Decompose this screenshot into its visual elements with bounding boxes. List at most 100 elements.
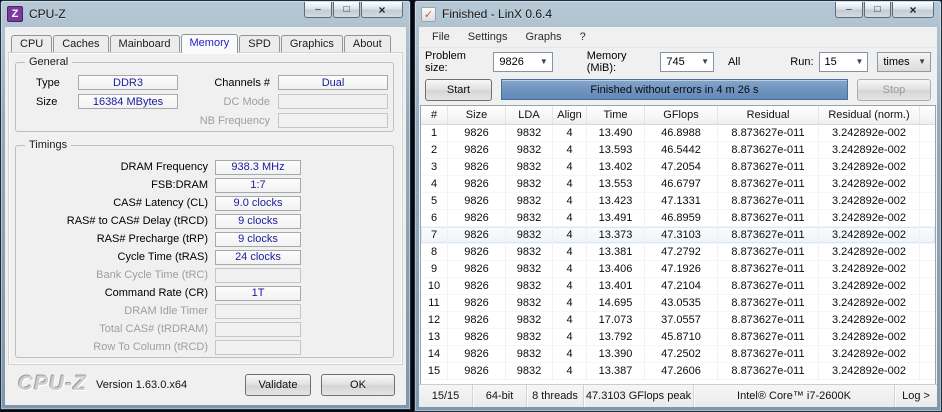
- table-row-6[interactable]: 698269832413.49146.89598.873627e-0113.24…: [421, 210, 935, 227]
- table-cell: 13.387: [587, 363, 645, 379]
- field-label: RAS# Precharge (tRP): [16, 233, 208, 245]
- field-row-type: TypeDDR3: [16, 73, 178, 92]
- problem-size-combobox[interactable]: 9826 ▼: [493, 52, 552, 72]
- table-cell: 9832: [506, 261, 553, 277]
- table-cell: 13.402: [587, 159, 645, 175]
- field-row-dram-idle-timer: DRAM Idle Timer: [16, 302, 393, 320]
- column-header-residual-norm[interactable]: Residual (norm.): [819, 106, 920, 124]
- linx-titlebar[interactable]: ✓ Finished - LinX 0.6.4 – □ ×: [415, 1, 941, 27]
- maximize-button[interactable]: □: [333, 2, 360, 18]
- table-cell: 3.242892e-002: [819, 312, 920, 328]
- table-row-2[interactable]: 298269832413.59346.54428.873627e-0113.24…: [421, 142, 935, 159]
- column-header-gflops[interactable]: GFlops: [645, 106, 718, 124]
- status-log-link[interactable]: Log >: [895, 385, 937, 407]
- field-label: NB Frequency: [178, 115, 270, 127]
- menu-graphs[interactable]: Graphs: [516, 28, 570, 46]
- table-cell: 3.242892e-002: [819, 346, 920, 362]
- table-cell: 4: [553, 159, 587, 175]
- menu-file[interactable]: File: [423, 28, 459, 46]
- memory-label: Memory (MiB):: [587, 50, 656, 74]
- field-label: DRAM Frequency: [16, 161, 208, 173]
- table-row-1[interactable]: 198269832413.49046.89888.873627e-0113.24…: [421, 125, 935, 142]
- field-row-total-cas-trdram: Total CAS# (tRDRAM): [16, 320, 393, 338]
- tab-about[interactable]: About: [344, 35, 391, 53]
- table-row-14[interactable]: 1498269832413.39047.25028.873627e-0113.2…: [421, 346, 935, 363]
- start-button[interactable]: Start: [425, 79, 492, 101]
- field-label: CAS# Latency (CL): [16, 197, 208, 209]
- column-header-residual[interactable]: Residual: [718, 106, 819, 124]
- tab-caches[interactable]: Caches: [53, 35, 108, 53]
- field-row-row-to-column-trcd: Row To Column (tRCD): [16, 338, 393, 356]
- menu-settings[interactable]: Settings: [459, 28, 517, 46]
- tab-memory[interactable]: Memory: [181, 34, 239, 53]
- field-row-dram-frequency: DRAM Frequency938.3 MHz: [16, 158, 393, 176]
- table-row-12[interactable]: 1298269832417.07337.05578.873627e-0113.2…: [421, 312, 935, 329]
- table-cell: 9826: [448, 142, 506, 158]
- table-row-3[interactable]: 398269832413.40247.20548.873627e-0113.24…: [421, 159, 935, 176]
- memory-combobox[interactable]: 745 ▼: [660, 52, 714, 72]
- table-row-9[interactable]: 998269832413.40647.19268.873627e-0113.24…: [421, 261, 935, 278]
- table-cell: 13.553: [587, 176, 645, 192]
- run-value: 15: [825, 56, 837, 68]
- table-cell: 43.0535: [645, 295, 718, 311]
- column-header-time[interactable]: Time: [587, 106, 645, 124]
- table-cell: 9: [421, 261, 448, 277]
- table-cell: 9832: [506, 159, 553, 175]
- table-row-11[interactable]: 1198269832414.69543.05358.873627e-0113.2…: [421, 295, 935, 312]
- table-row-10[interactable]: 1098269832413.40147.21048.873627e-0113.2…: [421, 278, 935, 295]
- table-cell: 9832: [506, 295, 553, 311]
- tab-spd[interactable]: SPD: [239, 35, 280, 53]
- maximize-button[interactable]: □: [864, 2, 891, 18]
- table-cell: 9826: [448, 227, 506, 243]
- table-cell: 8.873627e-011: [718, 363, 819, 379]
- table-cell: 8.873627e-011: [718, 329, 819, 345]
- table-row-15[interactable]: 1598269832413.38747.26068.873627e-0113.2…: [421, 363, 935, 380]
- table-cell: 3.242892e-002: [819, 278, 920, 294]
- all-label: All: [728, 56, 740, 68]
- table-row-7[interactable]: 798269832413.37347.31038.873627e-0113.24…: [421, 227, 935, 244]
- tab-mainboard[interactable]: Mainboard: [110, 35, 180, 53]
- table-cell: 3.242892e-002: [819, 261, 920, 277]
- menu-item[interactable]: ?: [571, 28, 595, 46]
- minimize-button[interactable]: –: [835, 2, 863, 18]
- table-row-13[interactable]: 1398269832413.79245.87108.873627e-0113.2…: [421, 329, 935, 346]
- table-row-5[interactable]: 598269832413.42347.13318.873627e-0113.24…: [421, 193, 935, 210]
- table-cell: 13.390: [587, 346, 645, 362]
- table-cell: 8: [421, 244, 448, 260]
- column-header-item[interactable]: #: [421, 106, 448, 124]
- field-row-ras-precharge-trp: RAS# Precharge (tRP)9 clocks: [16, 230, 393, 248]
- run-unit-combobox[interactable]: times ▼: [877, 52, 931, 72]
- results-table-header: #SizeLDAAlignTimeGFlopsResidualResidual …: [421, 106, 935, 125]
- run-combobox[interactable]: 15 ▼: [819, 52, 869, 72]
- close-button[interactable]: ×: [892, 2, 934, 18]
- table-cell: 47.2606: [645, 363, 718, 379]
- table-cell: 47.2054: [645, 159, 718, 175]
- table-cell: 4: [421, 176, 448, 192]
- timings-fields: DRAM Frequency938.3 MHzFSB:DRAM1:7 CAS# L…: [16, 146, 393, 356]
- linx-controls-row: Problem size: 9826 ▼ Memory (MiB): 745 ▼…: [419, 48, 937, 75]
- ok-button[interactable]: OK: [321, 374, 395, 396]
- cpuz-titlebar[interactable]: Z CPU-Z – □ ×: [1, 1, 410, 27]
- table-cell: 9826: [448, 244, 506, 260]
- field-value-ras-to-cas-delay-trcd: 9 clocks: [215, 214, 301, 229]
- column-header-lda[interactable]: LDA: [506, 106, 553, 124]
- table-cell: 47.2104: [645, 278, 718, 294]
- column-header-align[interactable]: Align: [553, 106, 587, 124]
- minimize-button[interactable]: –: [304, 2, 332, 18]
- field-row-size: Size16384 MBytes: [16, 92, 178, 111]
- tab-cpu[interactable]: CPU: [11, 35, 52, 53]
- close-button[interactable]: ×: [361, 2, 403, 18]
- table-row-8[interactable]: 898269832413.38147.27928.873627e-0113.24…: [421, 244, 935, 261]
- table-cell: 4: [553, 193, 587, 209]
- table-cell: 3.242892e-002: [819, 210, 920, 226]
- tab-graphics[interactable]: Graphics: [281, 35, 343, 53]
- table-cell: 8.873627e-011: [718, 159, 819, 175]
- table-cell: 4: [553, 346, 587, 362]
- table-row-4[interactable]: 498269832413.55346.67978.873627e-0113.24…: [421, 176, 935, 193]
- field-label: Size: [36, 96, 78, 108]
- field-row-fsb-dram: FSB:DRAM1:7: [16, 176, 393, 194]
- table-cell: 4: [553, 363, 587, 379]
- validate-button[interactable]: Validate: [245, 374, 311, 396]
- column-header-size[interactable]: Size: [448, 106, 506, 124]
- table-cell: 9826: [448, 312, 506, 328]
